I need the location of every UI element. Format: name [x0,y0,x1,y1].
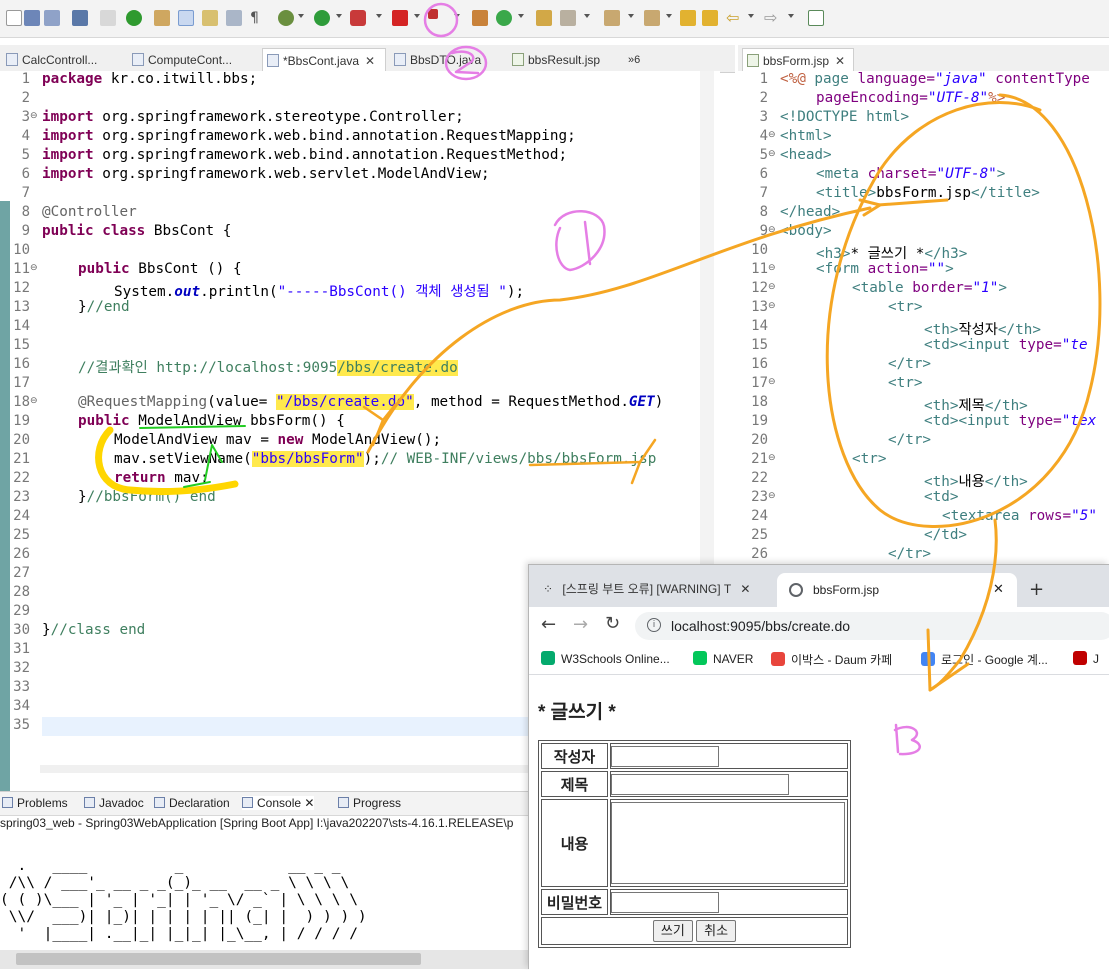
annotation-arrowhead-3 [926,628,970,692]
annotation-number-1-mark [553,210,606,272]
annotation-yellow-bracket [95,426,239,496]
annotation-number-3-mark [893,723,921,756]
annotation-green-arrow [183,444,223,488]
annotation-number-2-mark [450,50,480,75]
annotation-loop [825,93,1102,528]
annotation-arrow-2 [528,438,657,485]
annotation-arrow-3 [928,518,998,692]
annotation-overlay [95,2,1102,756]
annotation-underline-title [876,198,949,207]
annotation-circle-toolbar [423,2,459,38]
annotation-green-underline [139,425,246,429]
annotation-arrow-tail [362,403,397,447]
annotation-arrow-1 [366,206,872,454]
